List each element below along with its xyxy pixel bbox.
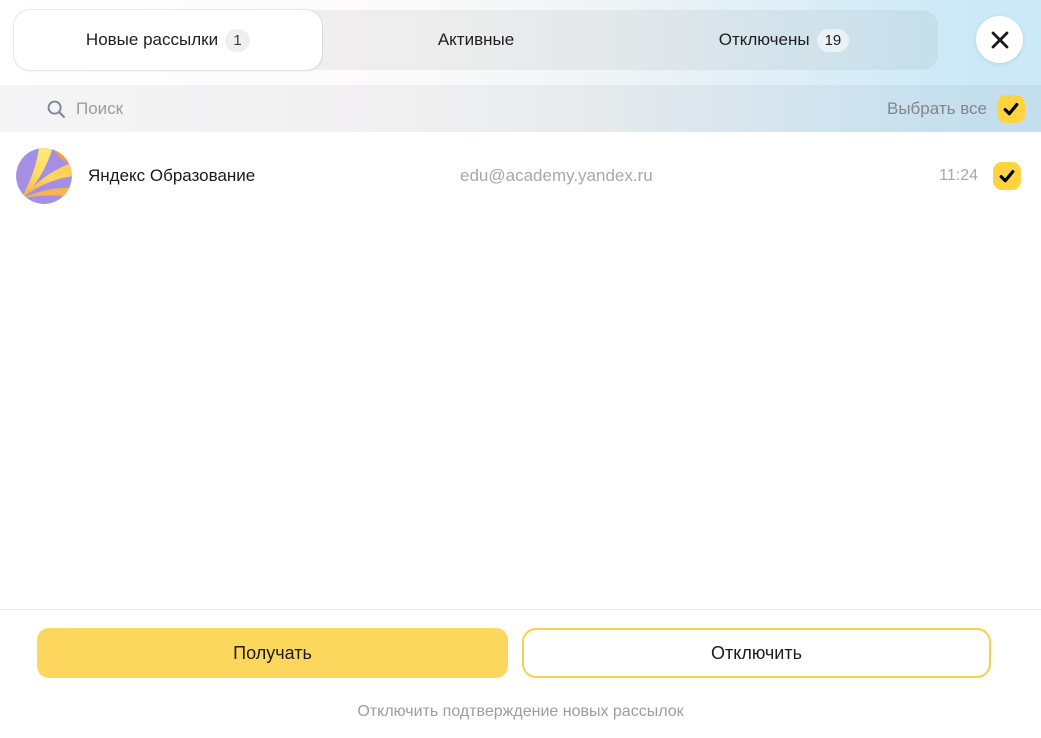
- subscriptions-dialog: Новые рассылки 1 Активные Отключены 19: [0, 0, 1041, 738]
- sender-name: Яндекс Образование: [88, 166, 255, 186]
- disable-confirmation-link[interactable]: Отключить подтверждение новых рассылок: [0, 703, 1041, 721]
- tab-disabled-badge: 19: [817, 29, 850, 52]
- select-all-checkbox[interactable]: [997, 95, 1025, 123]
- message-time: 11:24: [939, 167, 978, 185]
- search-icon: [45, 98, 67, 120]
- tab-active[interactable]: Активные: [322, 10, 630, 70]
- tab-new-mailings-label: Новые рассылки: [86, 30, 218, 50]
- tab-disabled-label: Отключены: [719, 30, 810, 50]
- disable-button[interactable]: Отключить: [522, 628, 991, 678]
- yandex-education-logo-icon: [16, 148, 72, 204]
- close-button[interactable]: [976, 16, 1023, 63]
- close-icon: [989, 29, 1011, 51]
- tab-disabled[interactable]: Отключены 19: [630, 10, 938, 70]
- checkmark-icon: [997, 95, 1025, 123]
- footer-divider: [0, 609, 1041, 610]
- tab-active-label: Активные: [438, 30, 514, 50]
- item-checkbox[interactable]: [993, 162, 1021, 190]
- header: Новые рассылки 1 Активные Отключены 19: [0, 0, 1041, 132]
- select-all-label: Выбрать все: [887, 99, 987, 119]
- receive-button[interactable]: Получать: [37, 628, 508, 678]
- checkmark-icon: [993, 162, 1021, 190]
- subscription-list: Яндекс Образование edu@academy.yandex.ru…: [0, 132, 1041, 220]
- avatar: [16, 148, 72, 204]
- search-input[interactable]: [76, 99, 887, 119]
- sender-email: edu@academy.yandex.ru: [460, 166, 653, 186]
- search-row: Выбрать все: [0, 85, 1041, 132]
- list-item[interactable]: Яндекс Образование edu@academy.yandex.ru…: [0, 132, 1041, 220]
- tab-bar: Новые рассылки 1 Активные Отключены 19: [14, 10, 938, 70]
- tab-new-mailings-badge: 1: [225, 29, 250, 52]
- tab-new-mailings[interactable]: Новые рассылки 1: [14, 10, 322, 70]
